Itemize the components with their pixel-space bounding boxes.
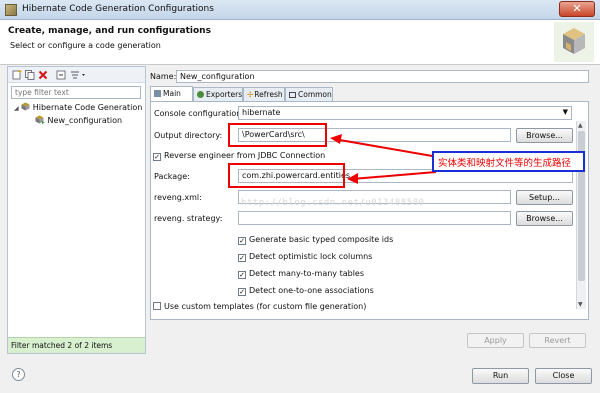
window-title: Hibernate Code Generation Configurations: [22, 4, 214, 14]
output-directory-highlight: [228, 123, 327, 147]
collapse-icon[interactable]: [56, 70, 66, 80]
app-icon: [5, 4, 17, 16]
collapse-arrow-icon[interactable]: ◢: [14, 105, 19, 112]
watermark-text: http://blog.csdn.net/u013488580: [241, 198, 425, 208]
package-label: Package:: [154, 172, 190, 181]
refresh-tab-icon: ✢: [247, 90, 254, 99]
checked-icon: ✓: [153, 153, 161, 161]
window-close-button[interactable]: ✕: [559, 1, 595, 17]
name-input[interactable]: New_configuration: [176, 70, 589, 83]
package-highlight: [228, 163, 345, 188]
composite-ids-checkbox[interactable]: ✓ Generate basic typed composite ids: [238, 235, 393, 245]
hibernate-logo-icon: [554, 22, 594, 62]
close-button[interactable]: Close: [535, 368, 592, 384]
annotation-callout: 实体类和映射文件等的生成路径: [432, 151, 585, 172]
main-tab-icon: [154, 90, 161, 97]
checkbox-label: Use custom templates (for custom file ge…: [164, 302, 367, 311]
console-configuration-value: hibernate: [242, 108, 281, 117]
tree-item-label: New_configuration: [47, 116, 123, 125]
reveng-strategy-input[interactable]: [238, 211, 511, 225]
console-configuration-select[interactable]: hibernate ▼: [238, 106, 572, 120]
tree-item-label: Hibernate Code Generation: [32, 103, 143, 112]
reveng-strategy-label: reveng. strategy:: [154, 214, 223, 223]
optimistic-lock-checkbox[interactable]: ✓ Detect optimistic lock columns: [238, 252, 372, 262]
checked-icon: ✓: [238, 288, 246, 296]
checkbox-label: Detect optimistic lock columns: [249, 252, 373, 261]
checkbox-label: Generate basic typed composite ids: [249, 235, 394, 244]
duplicate-icon[interactable]: [25, 70, 35, 80]
title-bar: Hibernate Code Generation Configurations…: [0, 0, 600, 20]
console-configuration-label: Console configuration:: [154, 109, 245, 118]
tab-label: Refresh: [254, 90, 283, 99]
name-label: Name:: [150, 72, 177, 81]
checked-icon: ✓: [238, 254, 246, 262]
custom-templates-checkbox[interactable]: Use custom templates (for custom file ge…: [153, 302, 366, 311]
new-config-icon[interactable]: [12, 70, 22, 80]
reveng-xml-label: reveng.xml:: [154, 193, 202, 202]
checkbox-label: Reverse engineer from JDBC Connection: [164, 151, 326, 160]
many-to-many-checkbox[interactable]: ✓ Detect many-to-many tables: [238, 269, 364, 279]
tab-refresh[interactable]: ✢Refresh: [243, 87, 285, 102]
checkbox-label: Detect many-to-many tables: [249, 269, 365, 278]
output-directory-label: Output directory:: [154, 131, 223, 140]
strategy-browse-button[interactable]: Browse...: [516, 211, 573, 226]
reveng-setup-button[interactable]: Setup...: [516, 190, 573, 205]
reverse-engineer-checkbox[interactable]: ✓ Reverse engineer from JDBC Connection: [153, 151, 325, 161]
banner-subtitle: Select or configure a code generation: [10, 41, 161, 50]
scroll-down-icon[interactable]: ▼: [578, 301, 583, 308]
form-scrollbar[interactable]: ▲ ▼: [576, 121, 586, 309]
tree-item-new-configuration[interactable]: New_configuration: [35, 115, 122, 125]
unchecked-box: [153, 302, 161, 310]
filter-icon[interactable]: [70, 70, 88, 80]
tab-exporters[interactable]: Exporters: [193, 87, 243, 102]
run-button[interactable]: Run: [472, 368, 529, 384]
configuration-list-panel: type filter text ◢ Hibernate Code Genera…: [7, 66, 146, 354]
banner-title: Create, manage, and run configurations: [8, 26, 211, 36]
tab-label: Common: [298, 90, 332, 99]
filter-status: Filter matched 2 of 2 items: [8, 337, 145, 353]
checked-icon: ✓: [238, 271, 246, 279]
one-to-one-checkbox[interactable]: ✓ Detect one-to-one associations: [238, 286, 374, 296]
common-tab-icon: [289, 92, 296, 98]
checkbox-label: Detect one-to-one associations: [249, 286, 374, 295]
output-browse-button[interactable]: Browse...: [516, 128, 573, 143]
apply-button[interactable]: Apply: [467, 333, 524, 348]
annotation-text: 实体类和映射文件等的生成路径: [438, 158, 572, 169]
scroll-up-icon[interactable]: ▲: [578, 122, 583, 129]
revert-button[interactable]: Revert: [529, 333, 586, 348]
delete-icon[interactable]: [38, 70, 48, 80]
exporters-tab-icon: [197, 91, 204, 98]
list-toolbar: [8, 67, 145, 83]
tab-main[interactable]: Main: [150, 86, 193, 102]
tree-item-hibernate-code-generation[interactable]: ◢ Hibernate Code Generation: [14, 102, 142, 112]
dialog-banner: Create, manage, and run configurations S…: [0, 20, 600, 65]
dropdown-arrow-icon: ▼: [562, 108, 568, 116]
checked-icon: ✓: [238, 237, 246, 245]
help-icon[interactable]: ?: [12, 368, 25, 381]
filter-input[interactable]: type filter text: [11, 86, 141, 99]
tab-label: Exporters: [206, 90, 243, 99]
configuration-icon: [35, 115, 45, 124]
tab-common[interactable]: Common: [285, 87, 333, 102]
hibernate-type-icon: [21, 102, 30, 111]
tab-label: Main: [163, 89, 181, 98]
